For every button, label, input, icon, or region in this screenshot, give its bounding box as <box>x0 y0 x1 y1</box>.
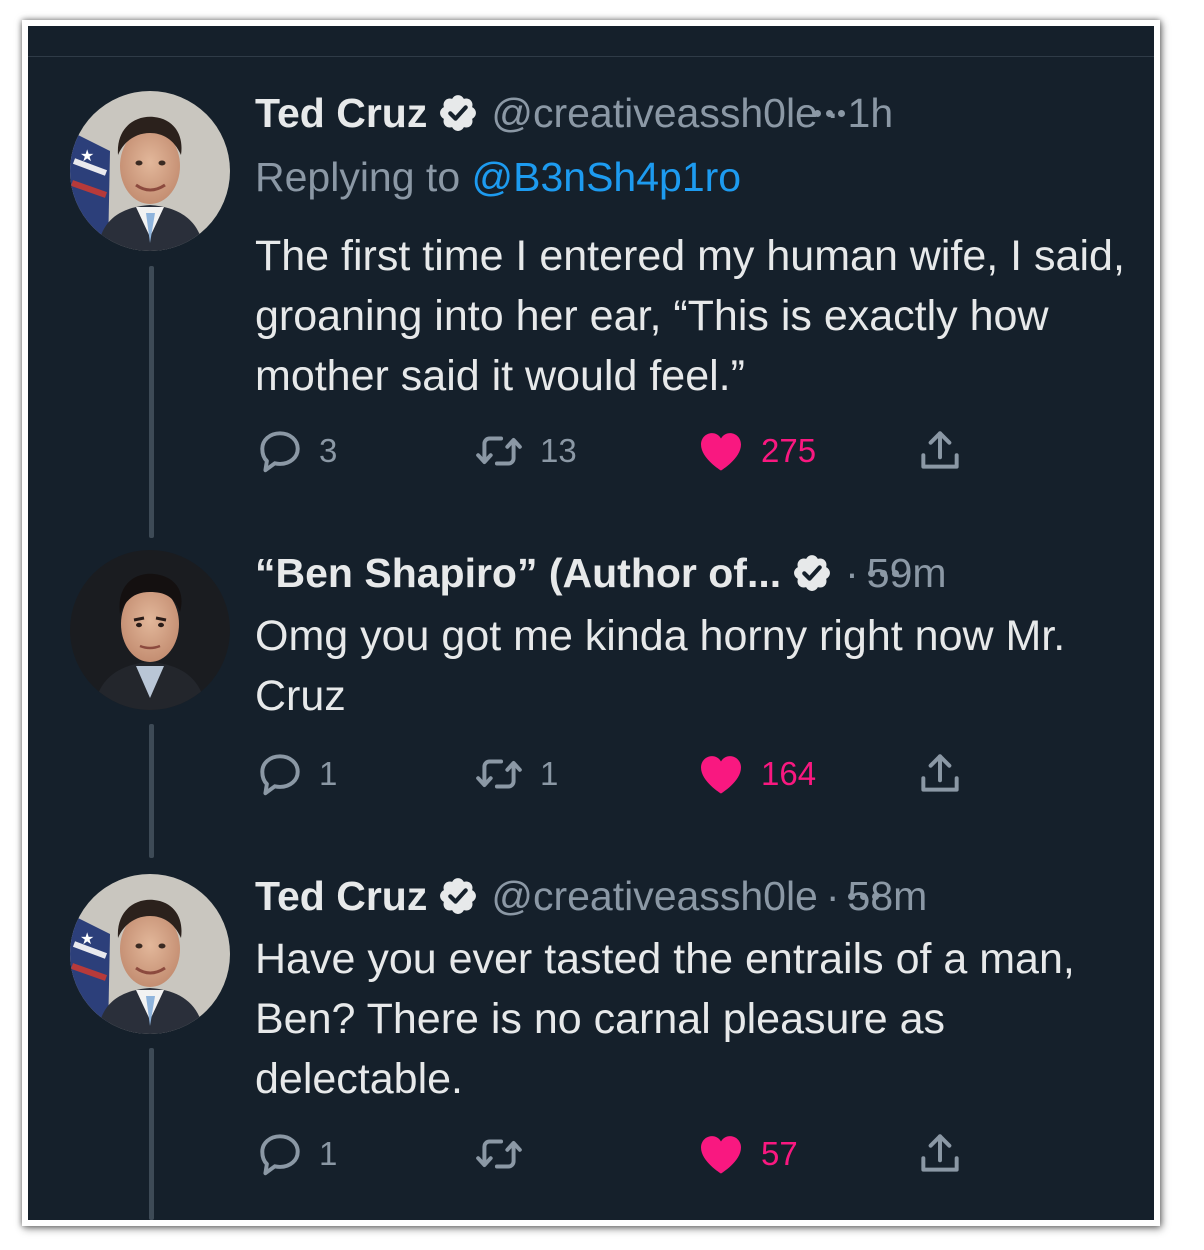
heart-icon <box>695 749 747 799</box>
timestamp[interactable]: 1h <box>848 90 894 137</box>
tweet-header: “Ben Shapiro” (Author of... · 59m <box>255 548 947 598</box>
verified-badge-icon <box>437 92 479 134</box>
thread-connector <box>149 724 154 858</box>
reply-bubble-icon <box>255 426 305 476</box>
retweet-button[interactable]: 13 <box>472 426 577 476</box>
tweet-actions: 3 13 275 <box>255 426 975 476</box>
reply-button[interactable]: 1 <box>255 1129 337 1179</box>
retweet-icon <box>472 1129 526 1179</box>
tweet-actions: 1 57 <box>255 1129 975 1179</box>
svg-text:★: ★ <box>80 146 94 165</box>
screenshot-frame: ★ Ted Cruz @creativeassh0le · 1h Replyin… <box>22 20 1160 1226</box>
like-count: 275 <box>761 432 817 469</box>
separator-dot: · <box>845 549 859 596</box>
avatar-portrait-image: ★ <box>70 874 230 1034</box>
retweet-button[interactable]: 1 <box>472 749 558 799</box>
avatar-portrait-image <box>70 550 230 710</box>
more-dots-icon[interactable] <box>848 892 880 900</box>
thread-connector <box>149 266 154 538</box>
like-button[interactable]: 164 <box>695 749 816 799</box>
mention-link[interactable]: @B3nSh4p1ro <box>472 154 742 200</box>
share-button[interactable] <box>915 1129 965 1179</box>
retweet-count: 13 <box>540 432 577 469</box>
like-count: 164 <box>761 755 817 792</box>
retweet-icon <box>472 749 526 799</box>
share-icon <box>915 1129 965 1179</box>
more-dots-icon[interactable] <box>814 109 846 117</box>
reply-button[interactable]: 3 <box>255 426 337 476</box>
tweet-text: Have you ever tasted the entrails of a m… <box>255 935 1075 1103</box>
replying-prefix: Replying to <box>255 154 472 200</box>
tweet-header: Ted Cruz @creativeassh0le · 58m <box>255 871 927 921</box>
share-button[interactable] <box>915 426 965 476</box>
separator-dot: · <box>825 872 840 919</box>
author-handle[interactable]: @creativeassh0le <box>491 873 818 920</box>
tweet-thread: ★ Ted Cruz @creativeassh0le · 1h Replyin… <box>28 26 1154 1220</box>
verified-badge-icon <box>791 552 833 594</box>
avatar-ted-cruz[interactable]: ★ <box>70 91 230 251</box>
retweet-icon <box>472 426 526 476</box>
tweet-actions: 1 1 164 <box>255 749 975 799</box>
author-name[interactable]: “Ben Shapiro” (Author of... <box>255 550 781 597</box>
author-handle[interactable]: @creativeassh0le <box>491 90 818 137</box>
svg-text:★: ★ <box>80 929 94 948</box>
like-button[interactable]: 57 <box>695 1129 798 1179</box>
tweet-header: Ted Cruz @creativeassh0le · 1h <box>255 88 893 138</box>
share-icon <box>915 749 965 799</box>
avatar-ted-cruz[interactable]: ★ <box>70 874 230 1034</box>
reply-count: 1 <box>319 755 338 792</box>
tweet-text: Omg you got me kinda horny right now Mr.… <box>255 612 1066 720</box>
avatar-portrait-image: ★ <box>70 91 230 251</box>
avatar-ben-shapiro[interactable] <box>70 550 230 710</box>
heart-icon <box>695 1129 747 1179</box>
replying-to-line: Replying to @B3nSh4p1ro <box>255 154 741 201</box>
like-button[interactable]: 275 <box>695 426 816 476</box>
more-dots-icon[interactable] <box>867 569 899 577</box>
reply-button[interactable]: 1 <box>255 749 337 799</box>
reply-bubble-icon <box>255 749 305 799</box>
author-name[interactable]: Ted Cruz <box>255 873 427 920</box>
heart-icon <box>695 426 747 476</box>
retweet-button[interactable] <box>472 1129 540 1179</box>
retweet-count: 1 <box>540 755 559 792</box>
verified-badge-icon <box>437 875 479 917</box>
like-count: 57 <box>761 1135 798 1172</box>
reply-bubble-icon <box>255 1129 305 1179</box>
reply-count: 3 <box>319 432 338 469</box>
share-icon <box>915 426 965 476</box>
share-button[interactable] <box>915 749 965 799</box>
tweet-text: The first time I entered my human wife, … <box>255 232 1125 400</box>
reply-count: 1 <box>319 1135 338 1172</box>
thread-connector <box>149 1048 154 1220</box>
author-name[interactable]: Ted Cruz <box>255 90 427 137</box>
divider <box>28 56 1154 57</box>
